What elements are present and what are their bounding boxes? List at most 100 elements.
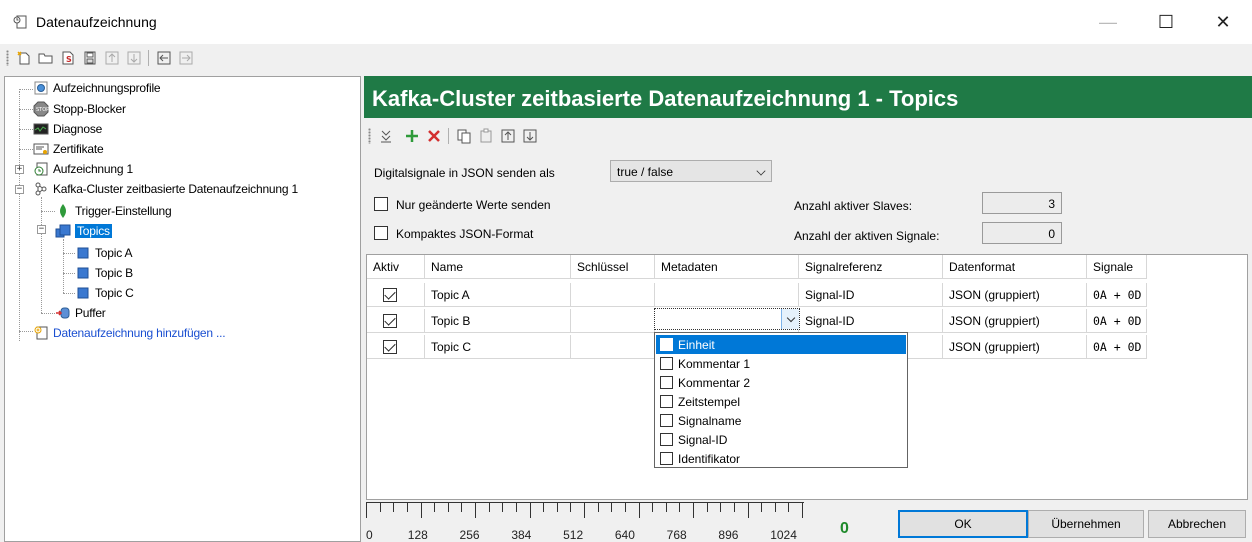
signal-reference-cell[interactable]: Signal-ID xyxy=(799,309,943,333)
sort-icon[interactable] xyxy=(376,126,396,146)
add-icon[interactable] xyxy=(402,126,422,146)
tree-connector xyxy=(41,197,42,313)
tree-item-topic-b[interactable]: Topic B xyxy=(75,264,133,282)
metadata-cell[interactable] xyxy=(655,283,799,307)
active-checkbox[interactable] xyxy=(383,287,397,302)
key-cell[interactable] xyxy=(571,283,655,307)
maximize-button[interactable]: ☐ xyxy=(1143,6,1189,38)
column-header-metadata[interactable]: Metadaten xyxy=(655,255,799,279)
option-checkbox[interactable] xyxy=(660,452,673,465)
option-checkbox[interactable] xyxy=(660,338,673,351)
delete-icon[interactable] xyxy=(424,126,444,146)
toolbar-grip xyxy=(368,128,371,144)
chevron-down-icon[interactable] xyxy=(781,309,799,329)
ruler-tick xyxy=(761,502,763,512)
open-folder-icon[interactable] xyxy=(36,48,56,68)
export-icon[interactable]: S xyxy=(58,48,78,68)
ruler-tick xyxy=(638,502,640,518)
cancel-button[interactable]: Abbrechen xyxy=(1148,510,1246,538)
metadata-option-einheit[interactable]: Einheit xyxy=(656,335,906,354)
name-cell[interactable]: Topic C xyxy=(425,335,571,359)
active-slaves-label: Anzahl aktiver Slaves: xyxy=(794,199,913,213)
metadata-option-signal-id[interactable]: Signal-ID xyxy=(656,430,906,449)
move-left-icon[interactable] xyxy=(154,48,174,68)
close-button[interactable]: ✕ xyxy=(1200,6,1246,38)
ruler-tick xyxy=(570,502,572,512)
tree-item-aufzeichnungsprofile[interactable]: Aufzeichnungsprofile xyxy=(33,79,161,97)
new-icon[interactable] xyxy=(14,48,34,68)
tree-item-zertifikate[interactable]: Zertifikate xyxy=(33,140,104,158)
main-toolbar: S xyxy=(0,44,1252,72)
metadata-option-signalname[interactable]: Signalname xyxy=(656,411,906,430)
active-checkbox[interactable] xyxy=(383,313,397,328)
apply-button[interactable]: Übernehmen xyxy=(1028,510,1144,538)
option-checkbox[interactable] xyxy=(660,376,673,389)
tree-connector xyxy=(41,211,55,212)
column-header-signals[interactable]: Signale xyxy=(1087,255,1147,279)
minimize-button[interactable]: — xyxy=(1085,6,1131,38)
metadata-option-kommentar-1[interactable]: Kommentar 1 xyxy=(656,354,906,373)
only-changed-checkbox[interactable] xyxy=(374,197,388,211)
option-checkbox[interactable] xyxy=(660,395,673,408)
paste-icon[interactable] xyxy=(476,126,496,146)
collapse-toggle[interactable]: − xyxy=(37,225,46,234)
digital-signals-select[interactable]: true / false xyxy=(610,160,772,182)
tree-item-topic-c[interactable]: Topic C xyxy=(75,284,134,302)
save-icon[interactable] xyxy=(80,48,100,68)
tree-item-add-recording[interactable]: Datenaufzeichnung hinzufügen ... xyxy=(33,324,226,342)
column-header-aktiv[interactable]: Aktiv xyxy=(367,255,425,279)
metadata-dropdown-list[interactable]: Einheit Kommentar 1 Kommentar 2 Zeitstem… xyxy=(654,332,908,468)
active-cell[interactable] xyxy=(367,309,425,333)
compact-json-checkbox[interactable] xyxy=(374,226,388,240)
collapse-toggle[interactable]: − xyxy=(15,185,24,194)
signal-reference-cell[interactable]: Signal-ID xyxy=(799,283,943,307)
table-row[interactable]: Topic A Signal-ID JSON (gruppiert) 0A + … xyxy=(367,283,1147,307)
move-up-icon[interactable] xyxy=(498,126,518,146)
tree-item-aufzeichnung-1[interactable]: Aufzeichnung 1 xyxy=(33,160,133,178)
option-checkbox[interactable] xyxy=(660,433,673,446)
move-down-icon[interactable] xyxy=(520,126,540,146)
active-cell[interactable] xyxy=(367,283,425,307)
tree-item-kafka-cluster[interactable]: Kafka-Cluster zeitbasierte Datenaufzeich… xyxy=(33,180,298,198)
column-header-data-format[interactable]: Datenformat xyxy=(943,255,1087,279)
only-changed-label: Nur geänderte Werte senden xyxy=(396,198,551,212)
svg-text:STOP: STOP xyxy=(36,107,49,113)
data-format-cell[interactable]: JSON (gruppiert) xyxy=(943,283,1087,307)
metadata-select[interactable] xyxy=(654,308,800,330)
window-title: Datenaufzeichnung xyxy=(36,14,157,30)
key-cell[interactable] xyxy=(571,335,655,359)
key-cell[interactable] xyxy=(571,309,655,333)
copy-icon[interactable] xyxy=(454,126,474,146)
expand-toggle[interactable]: + xyxy=(15,165,24,174)
metadata-option-kommentar-2[interactable]: Kommentar 2 xyxy=(656,373,906,392)
data-format-cell[interactable]: JSON (gruppiert) xyxy=(943,309,1087,333)
tree-item-topic-a[interactable]: Topic A xyxy=(75,244,132,262)
tree-item-stopp-blocker[interactable]: STOP Stopp-Blocker xyxy=(33,100,126,118)
compact-json-label: Kompaktes JSON-Format xyxy=(396,227,534,241)
topic-icon xyxy=(77,287,89,299)
active-checkbox[interactable] xyxy=(383,339,397,354)
name-cell[interactable]: Topic A xyxy=(425,283,571,307)
ok-button[interactable]: OK xyxy=(898,510,1028,538)
column-header-key[interactable]: Schlüssel xyxy=(571,255,655,279)
tree-item-diagnose[interactable]: Diagnose xyxy=(33,120,102,138)
move-right-icon[interactable] xyxy=(176,48,196,68)
data-format-cell[interactable]: JSON (gruppiert) xyxy=(943,335,1087,359)
tree-item-label: Diagnose xyxy=(53,122,103,136)
tree-item-puffer[interactable]: Puffer xyxy=(55,304,106,322)
move-down-icon[interactable] xyxy=(124,48,144,68)
option-checkbox[interactable] xyxy=(660,357,673,370)
tree-item-topics[interactable]: Topics xyxy=(55,222,112,240)
active-slaves-field: 3 xyxy=(982,192,1062,214)
column-header-name[interactable]: Name xyxy=(425,255,571,279)
toolbar-separator xyxy=(448,128,449,144)
column-header-signal-reference[interactable]: Signalreferenz xyxy=(799,255,943,279)
navigation-tree[interactable]: + − − Aufzeichnungsprofile STOP Stopp-Bl… xyxy=(4,76,361,542)
move-up-icon[interactable] xyxy=(102,48,122,68)
metadata-option-zeitstempel[interactable]: Zeitstempel xyxy=(656,392,906,411)
name-cell[interactable]: Topic B xyxy=(425,309,571,333)
active-cell[interactable] xyxy=(367,335,425,359)
tree-item-trigger-einstellung[interactable]: Trigger-Einstellung xyxy=(55,202,172,220)
metadata-option-identifikator[interactable]: Identifikator xyxy=(656,449,906,468)
option-checkbox[interactable] xyxy=(660,414,673,427)
